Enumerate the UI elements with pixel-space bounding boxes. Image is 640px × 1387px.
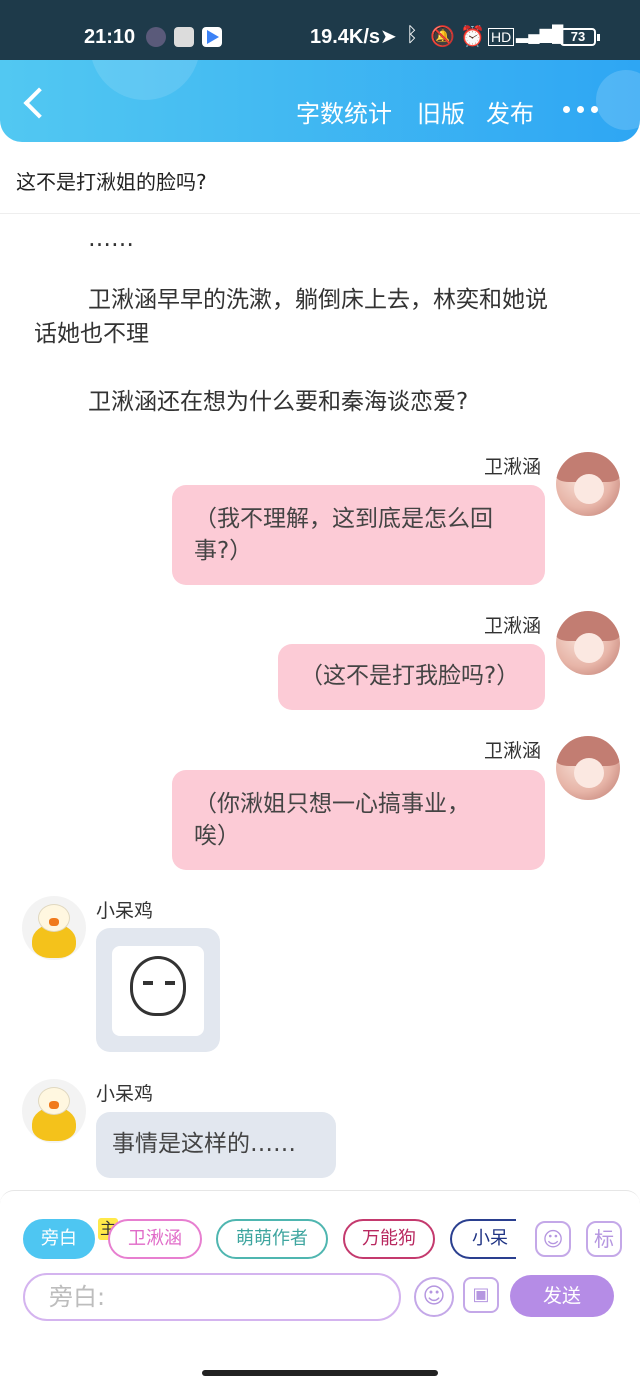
sender-name: 卫湫涵	[484, 615, 542, 637]
home-indicator	[202, 1370, 438, 1376]
sender-name: 卫湫涵	[484, 456, 542, 478]
back-arrow-icon[interactable]	[22, 88, 46, 118]
label-button[interactable]: 标	[586, 1221, 622, 1257]
avatar[interactable]	[556, 611, 620, 675]
sender-name: 小呆鸡	[96, 1083, 154, 1105]
role-chip-author[interactable]: 萌萌作者	[216, 1219, 328, 1259]
clock: 21:10	[84, 26, 136, 48]
mi-icon	[174, 27, 194, 47]
mute-bell-icon: 🔕	[430, 26, 455, 48]
composer-panel: 旁白 主 卫湫涵 萌萌作者 万能狗 小呆 ☺ 标 旁白: ☺ ▣ 发送	[0, 1190, 640, 1330]
network-speed: 19.4K/s	[310, 26, 381, 48]
message-input[interactable]: 旁白:	[23, 1273, 401, 1321]
avatar[interactable]	[22, 1079, 86, 1143]
message-bubble[interactable]: （这不是打我脸吗?）	[278, 644, 545, 710]
old-version-button[interactable]: 旧版	[417, 94, 465, 129]
narration-text[interactable]: 卫湫涵还在想为什么要和秦海谈恋爱?	[88, 385, 468, 419]
sender-name: 小呆鸡	[96, 900, 154, 922]
image-icon[interactable]: ▣	[463, 1277, 499, 1313]
send-button[interactable]: 发送	[510, 1275, 614, 1317]
chapter-title-bar: 这不是打湫姐的脸吗?	[0, 142, 640, 214]
publish-button[interactable]: 发布	[486, 94, 534, 129]
location-icon: ➤	[380, 26, 397, 48]
chapter-title[interactable]: 这不是打湫姐的脸吗?	[16, 166, 207, 195]
role-chip-dog[interactable]: 万能狗	[343, 1219, 435, 1259]
message-bubble[interactable]: （你湫姐只想一心搞事业， 唉）	[172, 770, 545, 870]
signal-icon: ▂▄▆█	[516, 26, 564, 43]
role-chip-narration[interactable]: 旁白	[23, 1219, 95, 1259]
app-k-icon	[146, 27, 166, 47]
message-bubble[interactable]: 事情是这样的……	[96, 1112, 336, 1178]
narration-text[interactable]: 卫湫涵早早的洗漱，躺倒床上去，林奕和她说	[88, 283, 548, 317]
word-count-button[interactable]: 字数统计	[296, 94, 392, 129]
narration-text[interactable]: 话她也不理	[34, 317, 149, 351]
battery-indicator: 73	[560, 28, 600, 46]
meme-face-sticker	[112, 946, 204, 1036]
narration-text[interactable]: ……	[88, 222, 134, 256]
top-bar: 字数统计 旧版 发布	[0, 60, 640, 142]
avatar[interactable]	[22, 896, 86, 960]
sticker-message[interactable]	[96, 928, 220, 1052]
avatar[interactable]	[556, 736, 620, 800]
character-icon[interactable]: ☺	[535, 1221, 571, 1257]
bluetooth-icon: ᛒ	[406, 24, 418, 46]
message-bubble[interactable]: （我不理解，这到底是怎么回 事?）	[172, 485, 545, 585]
alarm-icon: ⏰	[460, 26, 485, 48]
role-chip-weiqiuhan[interactable]: 卫湫涵	[108, 1219, 202, 1259]
play-store-icon	[202, 27, 222, 47]
avatar[interactable]	[556, 452, 620, 516]
role-chip-chick[interactable]: 小呆	[450, 1219, 516, 1259]
emoji-icon[interactable]: ☺	[414, 1277, 454, 1317]
status-bar: 21:10 19.4K/s ➤ ᛒ 🔕 ⏰ HD ▂▄▆█ 73	[0, 0, 640, 60]
sender-name: 卫湫涵	[484, 740, 542, 762]
hd-icon: HD	[488, 28, 515, 46]
more-icon[interactable]	[563, 106, 599, 114]
